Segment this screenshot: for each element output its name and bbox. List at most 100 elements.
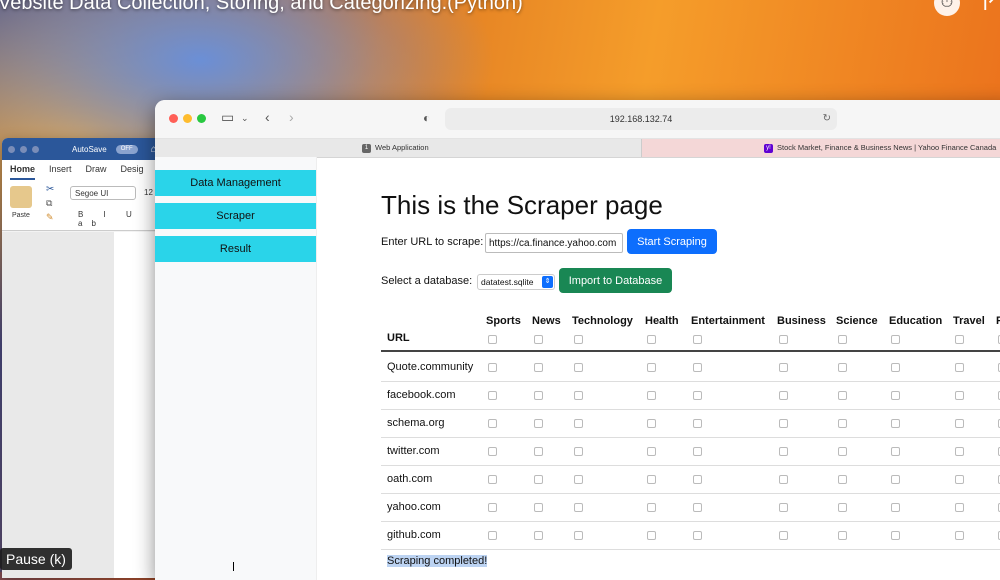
category-checkbox[interactable] <box>693 503 702 512</box>
select-all-category-checkbox[interactable] <box>891 335 900 344</box>
category-checkbox[interactable] <box>693 391 702 400</box>
category-checkbox[interactable] <box>488 391 497 400</box>
category-checkbox[interactable] <box>838 419 847 428</box>
category-checkbox[interactable] <box>891 531 900 540</box>
category-checkbox[interactable] <box>955 419 964 428</box>
category-checkbox[interactable] <box>647 363 656 372</box>
zoom-button[interactable] <box>197 114 206 123</box>
category-checkbox[interactable] <box>647 447 656 456</box>
tab-web-application[interactable]: 1 Web Application <box>155 139 641 157</box>
category-checkbox[interactable] <box>838 503 847 512</box>
database-select[interactable]: datatest.sqlite ⇕ <box>477 274 555 290</box>
category-checkbox[interactable] <box>891 363 900 372</box>
start-scraping-button[interactable]: Start Scraping <box>627 229 717 254</box>
copy-icon[interactable]: ⧉ <box>46 198 52 209</box>
select-all-category-checkbox[interactable] <box>534 335 543 344</box>
category-checkbox[interactable] <box>955 391 964 400</box>
category-checkbox[interactable] <box>574 475 583 484</box>
category-checkbox[interactable] <box>647 391 656 400</box>
tab-design[interactable]: Desig <box>121 164 144 180</box>
category-checkbox[interactable] <box>488 447 497 456</box>
category-checkbox[interactable] <box>955 531 964 540</box>
category-checkbox[interactable] <box>488 419 497 428</box>
privacy-shield-icon[interactable]: ◐ <box>423 111 430 125</box>
sidebar-toggle-icon[interactable]: ▭ <box>221 109 234 126</box>
import-to-database-button[interactable]: Import to Database <box>559 268 672 293</box>
category-checkbox[interactable] <box>488 475 497 484</box>
category-checkbox[interactable] <box>534 363 543 372</box>
category-checkbox[interactable] <box>693 531 702 540</box>
category-checkbox[interactable] <box>779 531 788 540</box>
cut-icon[interactable]: ✂ <box>46 184 54 195</box>
zoom-dot[interactable] <box>32 145 39 153</box>
sidebar-item-scraper[interactable]: Scraper <box>155 203 316 229</box>
category-checkbox[interactable] <box>955 503 964 512</box>
category-checkbox[interactable] <box>838 531 847 540</box>
category-checkbox[interactable] <box>534 391 543 400</box>
format-buttons[interactable]: B I U ab <box>78 210 162 228</box>
tab-home[interactable]: Home <box>10 164 36 180</box>
back-icon[interactable]: ‹ <box>265 109 270 125</box>
category-checkbox[interactable] <box>647 531 656 540</box>
category-checkbox[interactable] <box>891 391 900 400</box>
category-checkbox[interactable] <box>647 419 656 428</box>
category-checkbox[interactable] <box>574 363 583 372</box>
category-checkbox[interactable] <box>779 447 788 456</box>
category-checkbox[interactable] <box>534 475 543 484</box>
category-checkbox[interactable] <box>693 447 702 456</box>
category-checkbox[interactable] <box>955 475 964 484</box>
category-checkbox[interactable] <box>488 503 497 512</box>
category-checkbox[interactable] <box>534 419 543 428</box>
category-checkbox[interactable] <box>693 419 702 428</box>
sidebar-item-result[interactable]: Result <box>155 236 316 262</box>
reload-icon[interactable]: ↻ <box>823 108 831 130</box>
category-checkbox[interactable] <box>779 363 788 372</box>
category-checkbox[interactable] <box>891 503 900 512</box>
select-all-category-checkbox[interactable] <box>693 335 702 344</box>
tab-yahoo-finance[interactable]: y! Stock Market, Finance & Business News … <box>641 139 1000 157</box>
category-checkbox[interactable] <box>488 363 497 372</box>
category-checkbox[interactable] <box>838 391 847 400</box>
select-all-category-checkbox[interactable] <box>488 335 497 344</box>
category-checkbox[interactable] <box>574 531 583 540</box>
category-checkbox[interactable] <box>647 503 656 512</box>
category-checkbox[interactable] <box>534 531 543 540</box>
chevron-down-icon[interactable]: ⌄ <box>241 113 249 124</box>
category-checkbox[interactable] <box>574 391 583 400</box>
category-checkbox[interactable] <box>891 419 900 428</box>
format-painter-icon[interactable]: ✎ <box>46 212 54 223</box>
category-checkbox[interactable] <box>838 475 847 484</box>
minimize-button[interactable] <box>183 114 192 123</box>
tab-insert[interactable]: Insert <box>49 164 72 180</box>
category-checkbox[interactable] <box>779 503 788 512</box>
font-size-select[interactable]: 12 <box>144 188 153 197</box>
category-checkbox[interactable] <box>647 475 656 484</box>
category-checkbox[interactable] <box>955 447 964 456</box>
category-checkbox[interactable] <box>891 475 900 484</box>
select-all-category-checkbox[interactable] <box>779 335 788 344</box>
close-dot[interactable] <box>8 145 15 153</box>
category-checkbox[interactable] <box>534 503 543 512</box>
url-input[interactable] <box>485 233 623 253</box>
category-checkbox[interactable] <box>693 363 702 372</box>
category-checkbox[interactable] <box>838 363 847 372</box>
select-all-category-checkbox[interactable] <box>647 335 656 344</box>
category-checkbox[interactable] <box>779 391 788 400</box>
address-bar[interactable]: 192.168.132.74 ↻ <box>445 108 837 130</box>
category-checkbox[interactable] <box>488 531 497 540</box>
close-button[interactable] <box>169 114 178 123</box>
select-all-category-checkbox[interactable] <box>574 335 583 344</box>
forward-icon[interactable]: › <box>289 109 294 125</box>
category-checkbox[interactable] <box>574 419 583 428</box>
autosave-toggle[interactable]: OFF <box>115 144 138 154</box>
font-name-select[interactable]: Segoe UI <box>70 186 136 200</box>
category-checkbox[interactable] <box>955 363 964 372</box>
category-checkbox[interactable] <box>534 447 543 456</box>
paste-icon[interactable] <box>10 186 32 208</box>
category-checkbox[interactable] <box>838 447 847 456</box>
tab-draw[interactable]: Draw <box>86 164 107 180</box>
minimize-dot[interactable] <box>20 145 27 153</box>
share-icon[interactable]: ↱ <box>976 0 1000 16</box>
select-all-category-checkbox[interactable] <box>955 335 964 344</box>
select-all-category-checkbox[interactable] <box>838 335 847 344</box>
